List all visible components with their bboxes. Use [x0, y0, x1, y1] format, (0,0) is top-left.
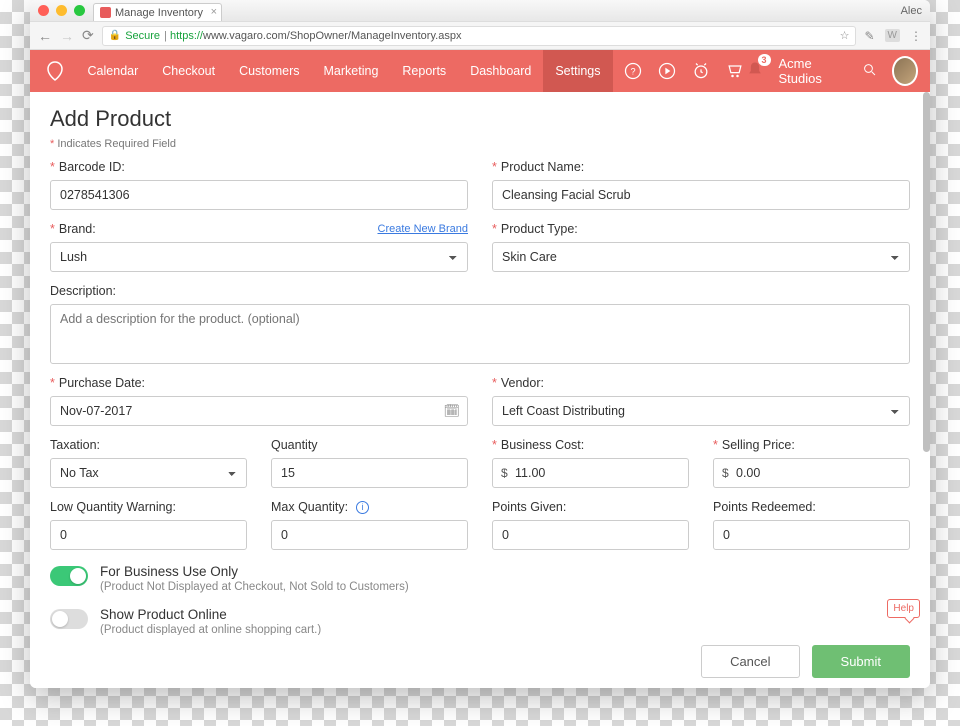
brand-select[interactable]: Lush: [50, 242, 468, 272]
business-only-label: For Business Use Only: [100, 564, 409, 579]
submit-button[interactable]: Submit: [812, 645, 910, 678]
taxation-select[interactable]: No Tax: [50, 458, 247, 488]
company-name[interactable]: Acme Studios: [779, 56, 848, 86]
description-label: Description:: [50, 284, 910, 298]
minimize-window-icon[interactable]: [56, 5, 67, 16]
show-online-label: Show Product Online: [100, 607, 321, 622]
forward-button[interactable]: →: [60, 28, 74, 44]
nav-links: Calendar Checkout Customers Marketing Re…: [76, 50, 613, 92]
currency-symbol-2: $: [722, 466, 729, 480]
product-name-label: Product Name:: [492, 160, 910, 174]
nav-settings[interactable]: Settings: [543, 50, 612, 92]
vendor-label: Vendor:: [492, 376, 910, 390]
window-titlebar: Manage Inventory × Alec: [30, 0, 930, 22]
points-given-input[interactable]: [492, 520, 689, 550]
search-icon[interactable]: [862, 62, 878, 80]
brand-label-text: Brand:: [59, 222, 96, 236]
app-nav: Calendar Checkout Customers Marketing Re…: [30, 50, 930, 92]
low-qty-input[interactable]: [50, 520, 247, 550]
url-path: /ShopOwner/ManageInventory.aspx: [287, 30, 462, 42]
nav-calendar[interactable]: Calendar: [76, 50, 151, 92]
extension-w-icon[interactable]: W: [885, 29, 900, 42]
favicon-icon: [100, 7, 111, 18]
maximize-window-icon[interactable]: [74, 5, 85, 16]
points-redeemed-label: Points Redeemed:: [713, 500, 910, 514]
scrollbar[interactable]: [923, 92, 930, 452]
page-content: Add Product Indicates Required Field Bar…: [30, 92, 930, 688]
purchase-date-label: Purchase Date:: [50, 376, 468, 390]
clock-icon[interactable]: [691, 61, 711, 81]
cart-icon[interactable]: [725, 61, 745, 81]
business-cost-input[interactable]: [492, 458, 689, 488]
selling-price-input[interactable]: [713, 458, 910, 488]
selling-price-label: Selling Price:: [713, 438, 910, 452]
tab-title: Manage Inventory: [115, 7, 203, 19]
nav-customers[interactable]: Customers: [227, 50, 311, 92]
points-redeemed-input[interactable]: [713, 520, 910, 550]
bookmark-star-icon[interactable]: ☆: [840, 29, 850, 42]
nav-checkout[interactable]: Checkout: [150, 50, 227, 92]
product-type-label: Product Type:: [492, 222, 910, 236]
nav-dashboard[interactable]: Dashboard: [458, 50, 543, 92]
product-type-select[interactable]: Skin Care: [492, 242, 910, 272]
window-traffic-lights[interactable]: [38, 5, 85, 16]
nav-icon-group: ?: [623, 61, 745, 81]
max-qty-input[interactable]: [271, 520, 468, 550]
quantity-input[interactable]: [271, 458, 468, 488]
svg-text:?: ?: [630, 66, 635, 76]
help-circle-icon[interactable]: ?: [623, 61, 643, 81]
vendor-select[interactable]: Left Coast Distributing: [492, 396, 910, 426]
browser-window: Manage Inventory × Alec ← → ⟳ 🔒 Secure |…: [30, 0, 930, 688]
notification-bell-icon[interactable]: 3: [745, 60, 765, 83]
notification-count: 3: [758, 54, 771, 66]
page-title: Add Product: [50, 106, 910, 132]
taxation-label: Taxation:: [50, 438, 247, 452]
url-domain: www.vagaro.com: [203, 30, 287, 42]
points-given-label: Points Given:: [492, 500, 689, 514]
help-badge[interactable]: Help: [887, 599, 920, 618]
required-note: Indicates Required Field: [50, 138, 910, 150]
max-qty-label: Max Quantity: i: [271, 500, 468, 514]
close-window-icon[interactable]: [38, 5, 49, 16]
brand-label: Brand: Create New Brand: [50, 222, 468, 236]
product-name-input[interactable]: [492, 180, 910, 210]
browser-menu-icon[interactable]: ⋮: [910, 29, 922, 43]
lock-icon: 🔒: [109, 30, 121, 41]
browser-tab[interactable]: Manage Inventory ×: [93, 3, 222, 21]
reload-button[interactable]: ⟳: [82, 27, 94, 44]
logo-icon[interactable]: [42, 57, 68, 85]
barcode-input[interactable]: [50, 180, 468, 210]
avatar[interactable]: [892, 56, 919, 86]
show-online-toggle[interactable]: [50, 609, 88, 629]
business-cost-label: Business Cost:: [492, 438, 689, 452]
extension-icon[interactable]: ✎: [864, 29, 874, 43]
info-icon[interactable]: i: [356, 501, 369, 514]
calendar-icon[interactable]: 🗓: [443, 403, 460, 419]
nav-marketing[interactable]: Marketing: [312, 50, 391, 92]
barcode-label: Barcode ID:: [50, 160, 468, 174]
play-circle-icon[interactable]: [657, 61, 677, 81]
nav-reports[interactable]: Reports: [390, 50, 458, 92]
purchase-date-input[interactable]: [50, 396, 468, 426]
form-footer: Cancel Submit: [30, 635, 930, 688]
url-protocol: https://: [170, 30, 203, 42]
address-field[interactable]: 🔒 Secure | https://www.vagaro.com/ShopOw…: [102, 26, 857, 46]
max-qty-label-text: Max Quantity:: [271, 500, 348, 514]
back-button[interactable]: ←: [38, 28, 52, 44]
business-only-sub: (Product Not Displayed at Checkout, Not …: [100, 581, 409, 593]
quantity-label: Quantity: [271, 438, 468, 452]
business-only-toggle[interactable]: [50, 566, 88, 586]
create-brand-link[interactable]: Create New Brand: [378, 223, 469, 235]
secure-label: Secure: [125, 30, 160, 42]
cancel-button[interactable]: Cancel: [701, 645, 799, 678]
os-user-label: Alec: [901, 5, 922, 17]
url-bar: ← → ⟳ 🔒 Secure | https://www.vagaro.com/…: [30, 22, 930, 50]
currency-symbol: $: [501, 466, 508, 480]
description-textarea[interactable]: [50, 304, 910, 364]
close-tab-icon[interactable]: ×: [211, 6, 217, 18]
low-qty-label: Low Quantity Warning:: [50, 500, 247, 514]
